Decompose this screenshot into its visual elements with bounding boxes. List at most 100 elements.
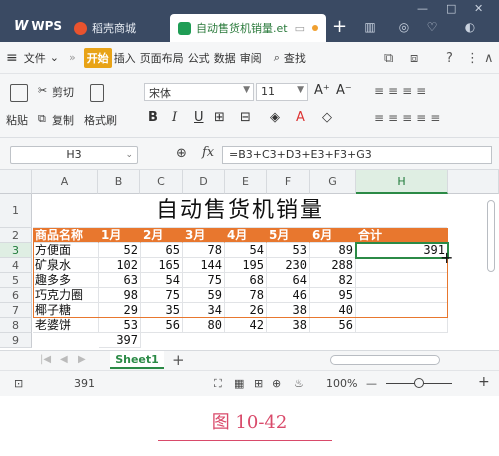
cut-button[interactable]: 剪切: [52, 84, 74, 100]
total-cell[interactable]: [356, 273, 448, 288]
sales-value-cell[interactable]: 78: [225, 288, 267, 303]
tab-document[interactable]: 自动售货机销量.et ▭: [170, 14, 326, 42]
spreadsheet-grid[interactable]: A B C D E F G H 1 2 3 4 5 6 7 8 9 自动售货机销…: [0, 170, 499, 350]
bold-button[interactable]: B: [148, 110, 158, 125]
sales-value-cell[interactable]: 65: [141, 243, 183, 258]
horizontal-align-icons[interactable]: ≡≡≡≡≡: [374, 111, 444, 125]
window-icon[interactable]: ▭: [295, 22, 305, 35]
prev-sheet-icon[interactable]: ◀: [60, 354, 68, 365]
row-header-5[interactable]: 5: [0, 273, 32, 288]
font-name-select[interactable]: 宋体 ▼: [144, 83, 254, 101]
sales-value-cell[interactable]: 195: [225, 258, 267, 273]
sales-value-cell[interactable]: 38: [267, 318, 310, 333]
format-painter-button[interactable]: 格式刷: [84, 112, 117, 128]
layout-icon[interactable]: ▥: [362, 20, 378, 34]
header-cell-product[interactable]: 商品名称: [33, 228, 99, 243]
column-header-b[interactable]: B: [98, 170, 140, 194]
sales-value-cell[interactable]: 42: [225, 318, 267, 333]
sales-value-cell[interactable]: 165: [141, 258, 183, 273]
row-header-6[interactable]: 6: [0, 288, 32, 303]
sales-value-cell[interactable]: 82: [310, 273, 356, 288]
sales-value-cell[interactable]: 29: [99, 303, 141, 318]
user-avatar-icon[interactable]: ◐: [462, 20, 478, 34]
tab-formula[interactable]: 公式: [186, 50, 212, 66]
row-header-2[interactable]: 2: [0, 228, 32, 243]
sales-value-cell[interactable]: 95: [310, 288, 356, 303]
sales-value-cell[interactable]: 75: [141, 288, 183, 303]
sales-value-cell[interactable]: 40: [310, 303, 356, 318]
sales-value-cell[interactable]: 54: [225, 243, 267, 258]
new-tab-button[interactable]: +: [332, 18, 347, 36]
select-all-corner[interactable]: [0, 170, 32, 194]
sales-value-cell[interactable]: 144: [183, 258, 225, 273]
header-cell-jan[interactable]: 1月: [99, 228, 141, 243]
scissors-icon[interactable]: ✂: [38, 84, 47, 97]
sales-value-cell[interactable]: 89: [310, 243, 356, 258]
sales-value-cell[interactable]: 59: [183, 288, 225, 303]
tab-start[interactable]: 开始: [83, 47, 112, 68]
header-cell-apr[interactable]: 4月: [225, 228, 267, 243]
sheet-tab-sheet1[interactable]: Sheet1: [110, 351, 164, 369]
maximize-button[interactable]: □: [446, 2, 456, 15]
normal-view-icon[interactable]: ▦: [234, 377, 244, 390]
tab-review[interactable]: 审阅: [238, 50, 264, 66]
zoom-icon[interactable]: ⊕: [176, 146, 187, 161]
underline-button[interactable]: U: [194, 110, 204, 125]
sales-value-cell[interactable]: 102: [99, 258, 141, 273]
name-box[interactable]: H3 ⌄: [10, 146, 138, 164]
sales-value-cell[interactable]: 56: [310, 318, 356, 333]
add-sheet-button[interactable]: +: [172, 351, 185, 369]
column-header-f[interactable]: F: [267, 170, 310, 194]
paste-button[interactable]: 粘贴: [6, 112, 28, 128]
sales-value-cell[interactable]: 63: [99, 273, 141, 288]
page-break-view-icon[interactable]: ⊞: [254, 377, 263, 390]
font-size-select[interactable]: 11 ▼: [256, 83, 308, 101]
sales-value-cell[interactable]: 53: [267, 243, 310, 258]
skin-icon[interactable]: ◎: [396, 20, 412, 34]
zoom-out-icon[interactable]: —: [366, 377, 377, 390]
vertical-align-icons[interactable]: ≡≡≡≡: [374, 84, 430, 98]
format-painter-icon[interactable]: [90, 84, 104, 102]
product-name-cell[interactable]: 老婆饼: [33, 318, 99, 333]
tab-daoke-mall[interactable]: 稻壳商城: [66, 14, 168, 42]
column-header-c[interactable]: C: [140, 170, 183, 194]
paste-icon[interactable]: [10, 84, 28, 102]
menu-file[interactable]: 文件: [22, 50, 48, 66]
column-header-g[interactable]: G: [310, 170, 356, 194]
row-header-9[interactable]: 9: [0, 333, 32, 348]
function-icon[interactable]: fx: [202, 145, 214, 160]
sales-value-cell[interactable]: 52: [99, 243, 141, 258]
close-button[interactable]: ✕: [474, 2, 483, 15]
find-button[interactable]: 查找: [282, 50, 308, 66]
zoom-in-icon[interactable]: +: [478, 374, 490, 390]
increase-font-icon[interactable]: A⁺: [314, 83, 330, 98]
decrease-font-icon[interactable]: A⁻: [336, 83, 352, 98]
sync-icon[interactable]: ⧈: [410, 51, 418, 66]
header-cell-mar[interactable]: 3月: [183, 228, 225, 243]
sales-value-cell[interactable]: 53: [99, 318, 141, 333]
sales-value-cell[interactable]: 56: [141, 318, 183, 333]
copy-icon[interactable]: ⧉: [38, 112, 46, 126]
minimize-button[interactable]: —: [417, 2, 428, 15]
product-name-cell[interactable]: 方便面: [33, 243, 99, 258]
sales-value-cell[interactable]: 64: [267, 273, 310, 288]
sheet-title-cell[interactable]: 自动售货机销量: [33, 194, 447, 228]
formula-input[interactable]: =B3+C3+D3+E3+F3+G3: [222, 146, 492, 164]
zoom-slider-knob[interactable]: [414, 378, 424, 388]
fill-color-icon[interactable]: ◈: [270, 110, 280, 125]
sales-value-cell[interactable]: 230: [267, 258, 310, 273]
sales-value-cell[interactable]: 78: [183, 243, 225, 258]
wps-home-tab[interactable]: W WPS: [6, 14, 70, 38]
hamburger-icon[interactable]: ≡: [6, 50, 18, 66]
product-name-cell[interactable]: 矿泉水: [33, 258, 99, 273]
sales-value-cell[interactable]: 35: [141, 303, 183, 318]
product-name-cell[interactable]: 巧克力圈: [33, 288, 99, 303]
merge-cells-icon[interactable]: ⊟: [240, 110, 251, 125]
tab-data[interactable]: 数据: [212, 50, 238, 66]
notification-icon[interactable]: ♡: [424, 20, 440, 34]
search-icon[interactable]: ⌕: [272, 51, 282, 65]
product-name-cell[interactable]: 椰子糖: [33, 303, 99, 318]
font-color-icon[interactable]: A: [296, 110, 305, 125]
tab-insert[interactable]: 插入: [112, 50, 138, 66]
column-header-h[interactable]: H: [356, 170, 448, 194]
